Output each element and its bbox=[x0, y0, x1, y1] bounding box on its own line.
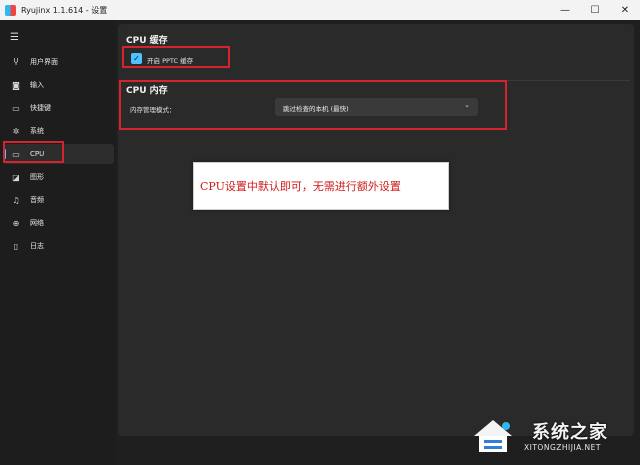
sidebar-item-hotkeys[interactable]: ▭ 快捷键 bbox=[4, 98, 114, 118]
sidebar-item-system[interactable]: ✲ 系统 bbox=[4, 121, 114, 141]
cpu-memory-highlight bbox=[119, 80, 507, 130]
sidebar-item-label: 图形 bbox=[30, 173, 44, 181]
pptc-highlight bbox=[122, 46, 230, 68]
cpu-cache-title: CPU 缓存 bbox=[126, 36, 168, 46]
graphics-icon: ◪ bbox=[12, 172, 20, 182]
sidebar-item-label: 系统 bbox=[30, 127, 44, 135]
ui-icon: Ⴤ bbox=[13, 57, 19, 67]
sidebar-item-audio[interactable]: ♫ 音频 bbox=[4, 190, 114, 210]
sidebar-item-network[interactable]: ⊕ 网络 bbox=[4, 213, 114, 233]
gamepad-icon: ◙ bbox=[12, 80, 20, 90]
window-title: Ryujinx 1.1.614 - 设置 bbox=[21, 5, 108, 15]
sidebar-item-ui[interactable]: Ⴤ 用户界面 bbox=[4, 52, 114, 72]
keyboard-icon: ▭ bbox=[12, 103, 20, 113]
watermark: 系统之家 XITONGZHIJIA.NET bbox=[470, 412, 636, 462]
cpu-nav-highlight bbox=[3, 141, 64, 163]
sidebar-item-label: 音频 bbox=[30, 196, 44, 204]
log-icon: ▯ bbox=[13, 241, 19, 251]
annotation-note: CPU设置中默认即可，无需进行额外设置 bbox=[193, 162, 449, 210]
settings-sidebar: ☰ Ⴤ 用户界面 ◙ 输入 ▭ 快捷键 ✲ 系统 ▭ CPU ◪ 图形 ♫ 音频… bbox=[0, 20, 116, 465]
app-logo-icon bbox=[5, 4, 16, 16]
sidebar-item-label: 快捷键 bbox=[30, 104, 51, 112]
hamburger-menu-icon[interactable]: ☰ bbox=[10, 32, 19, 43]
maximize-button[interactable]: ☐ bbox=[580, 0, 610, 20]
sidebar-item-label: 输入 bbox=[30, 81, 44, 89]
sidebar-item-log[interactable]: ▯ 日志 bbox=[4, 236, 114, 256]
watermark-url: XITONGZHIJIA.NET bbox=[524, 443, 601, 452]
sidebar-item-label: 用户界面 bbox=[30, 58, 58, 66]
sidebar-item-label: 日志 bbox=[30, 242, 44, 250]
network-icon: ⊕ bbox=[12, 218, 20, 228]
title-bar: Ryujinx 1.1.614 - 设置 — ☐ ✕ bbox=[0, 0, 640, 20]
sidebar-item-graphics[interactable]: ◪ 图形 bbox=[4, 167, 114, 187]
window-controls: — ☐ ✕ bbox=[550, 0, 640, 20]
sidebar-item-input[interactable]: ◙ 输入 bbox=[4, 75, 114, 95]
music-icon: ♫ bbox=[12, 195, 20, 205]
minimize-button[interactable]: — bbox=[550, 0, 580, 20]
watermark-brand: 系统之家 bbox=[532, 422, 608, 443]
close-button[interactable]: ✕ bbox=[610, 0, 640, 20]
house-logo-icon bbox=[474, 420, 512, 452]
sidebar-item-label: 网络 bbox=[30, 219, 44, 227]
gear-icon: ✲ bbox=[12, 126, 20, 136]
annotation-note-text: CPU设置中默认即可，无需进行额外设置 bbox=[200, 180, 401, 193]
